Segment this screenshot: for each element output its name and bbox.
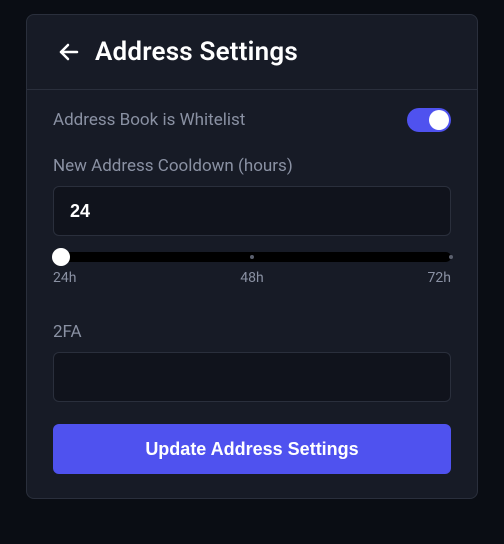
slider-label-mid: 48h	[240, 270, 263, 286]
toggle-knob	[429, 110, 449, 130]
slider-labels: 24h 48h 72h	[53, 270, 451, 292]
tfa-block: 2FA	[53, 322, 451, 402]
slider-thumb[interactable]	[52, 248, 70, 266]
cooldown-slider[interactable]: 24h 48h 72h	[53, 252, 451, 292]
tfa-input[interactable]	[53, 352, 451, 402]
cooldown-input[interactable]	[53, 186, 451, 236]
settings-card: Address Settings Address Book is Whiteli…	[26, 14, 478, 499]
whitelist-toggle[interactable]	[407, 108, 451, 132]
slider-track	[53, 252, 451, 262]
slider-label-min: 24h	[53, 270, 76, 286]
whitelist-label: Address Book is Whitelist	[53, 110, 245, 130]
card-body: Address Book is Whitelist New Address Co…	[27, 90, 477, 474]
slider-tick-right	[449, 255, 453, 259]
card-header: Address Settings	[27, 15, 477, 90]
slider-label-max: 72h	[428, 270, 451, 286]
cooldown-block: New Address Cooldown (hours) 24h 48h 72h	[53, 156, 451, 292]
cooldown-label: New Address Cooldown (hours)	[53, 156, 451, 176]
back-arrow-icon[interactable]	[57, 40, 81, 64]
whitelist-row: Address Book is Whitelist	[53, 108, 451, 132]
slider-tick-mid	[250, 255, 254, 259]
page-title: Address Settings	[95, 37, 298, 67]
update-settings-button[interactable]: Update Address Settings	[53, 424, 451, 474]
tfa-label: 2FA	[53, 322, 451, 342]
